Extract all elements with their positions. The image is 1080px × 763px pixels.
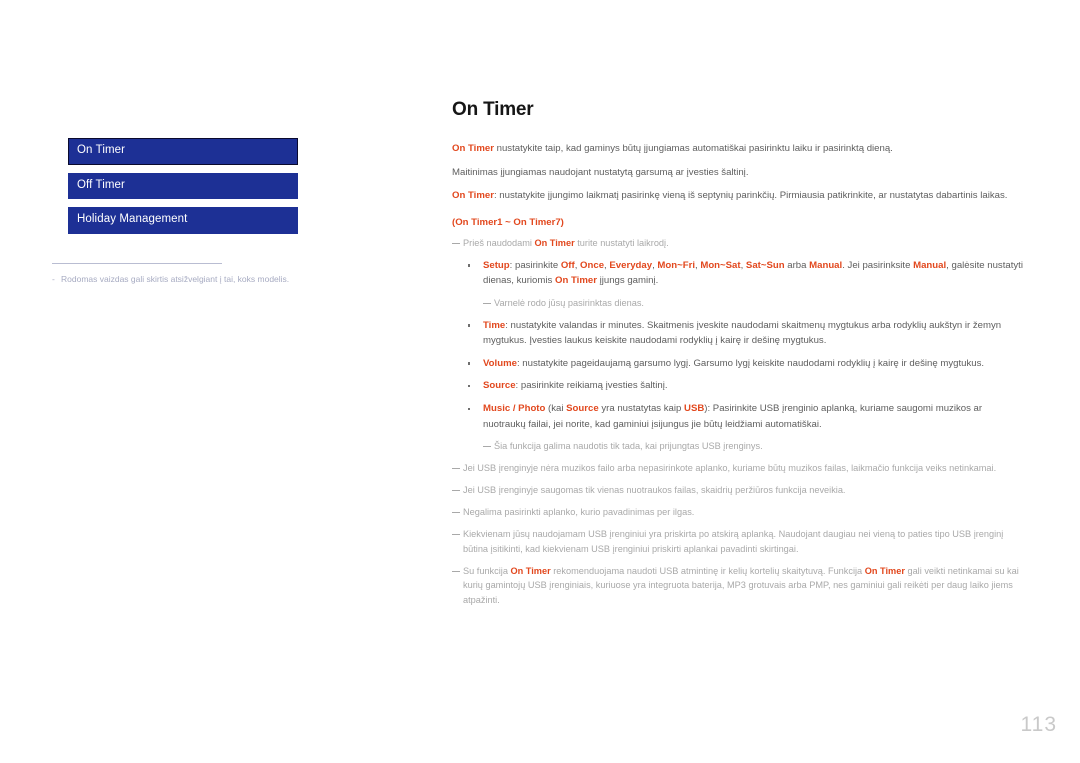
bullet-setup-label: Setup	[483, 259, 510, 271]
note-single-photo: Jei USB įrenginyje saugomas tik vienas n…	[452, 483, 1024, 498]
bullet-setup-body: : pasirinkite Off, Once, Everyday, Mon~F…	[483, 259, 1023, 287]
clock-note-post: turite nustatyti laikrodį.	[574, 238, 669, 249]
intro-text: nustatykite taip, kad gaminys būtų įjung…	[493, 143, 893, 154]
sidebar-model-note: - Rodomas vaizdas gali skirtis atsižvelgi…	[52, 274, 352, 286]
clock-note-pre: Prieš naudodami	[463, 238, 535, 249]
final-note-term-1: On Timer	[510, 565, 551, 576]
menu-item-label: On Timer	[77, 144, 126, 156]
final-note-mid: rekomenduojama naudoti USB atmintinę ir …	[550, 565, 865, 576]
page-number: 113	[1020, 713, 1057, 736]
bullet-volume: Volume: nustatykite pageidaujamą garsumo…	[452, 356, 1024, 372]
legend-note-text: Rodomas vaizdas gali skirtis atsižvelgia…	[61, 274, 290, 284]
legend-divider	[52, 263, 222, 264]
setup-intro-text: : nustatykite įjungimo laikmatį pasirink…	[493, 190, 1008, 202]
bullet-music-photo-label: Music / Photo	[483, 403, 546, 415]
note-usb-folder-naming: Kiekvienam jūsų naudojamam USB įrenginiu…	[452, 527, 1024, 557]
bullet-time: Time: nustatykite valandas ir minutes. S…	[452, 318, 1024, 349]
note-recommended-usb: Su funkcija On Timer rekomenduojama naud…	[452, 564, 1024, 609]
usb-required-note: Šia funkcija galima naudotis tik tada, k…	[483, 439, 1024, 454]
final-note-term-2: On Timer	[864, 565, 905, 576]
bullet-time-label: Time	[483, 319, 506, 331]
bullet-source-body: : pasirinkite reikiamą įvesties šaltinį.	[515, 380, 668, 392]
main-content: On Timer On Timer nustatykite taip, kad …	[452, 100, 1024, 615]
menu-item-holiday-management[interactable]: Holiday Management	[68, 207, 298, 234]
clock-note-term: On Timer	[534, 238, 575, 249]
bullet-setup: Setup: pasirinkite Off, Once, Everyday, …	[452, 258, 1024, 289]
note-folder-name-long: Negalima pasirinkti aplanko, kurio pavad…	[452, 505, 1024, 520]
bullet-volume-body: : nustatykite pageidaujamą garsumo lygį.…	[516, 357, 985, 369]
page-title: On Timer	[452, 99, 534, 120]
bullet-music-photo-body: (kai Source yra nustatytas kaip USB): Pa…	[483, 403, 983, 430]
settings-menu-list: On Timer Off Timer Holiday Management	[68, 138, 298, 242]
bullet-time-body: : nustatykite valandas ir minutes. Skait…	[483, 319, 1002, 347]
power-note-paragraph: Maitinimas įjungiamas naudojant nustatyt…	[452, 166, 749, 178]
intro-lead-term: On Timer	[452, 143, 494, 154]
bullet-music-photo: Music / Photo (kai Source yra nustatytas…	[452, 401, 1024, 432]
menu-item-off-timer[interactable]: Off Timer	[68, 172, 298, 199]
legend-dash-marker: -	[52, 274, 55, 284]
setup-checkmark-note: Varnelė rodo jūsų pasirinktas dienas.	[483, 296, 1024, 311]
bullet-source-label: Source	[483, 380, 516, 392]
setup-intro-paragraph: On Timer: nustatykite įjungimo laikmatį …	[452, 188, 1024, 204]
menu-item-label: Holiday Management	[77, 213, 188, 225]
bullet-source: Source: pasirinkite reikiamą įvesties ša…	[452, 378, 1024, 394]
setup-intro-lead-term: On Timer	[452, 190, 494, 202]
intro-paragraph: On Timer nustatykite taip, kad gaminys b…	[452, 141, 1024, 157]
final-note-pre: Su funkcija	[463, 565, 511, 576]
clock-prerequisite-note: Prieš naudodami On Timer turite nustatyt…	[452, 236, 1024, 251]
menu-item-on-timer[interactable]: On Timer	[68, 138, 298, 165]
menu-item-label: Off Timer	[77, 178, 125, 191]
bullet-volume-label: Volume	[483, 357, 517, 369]
timer-range-label: (On Timer1 ~ On Timer7)	[452, 216, 564, 228]
note-no-music-file: Jei USB įrenginyje nėra muzikos failo ar…	[452, 461, 1024, 476]
